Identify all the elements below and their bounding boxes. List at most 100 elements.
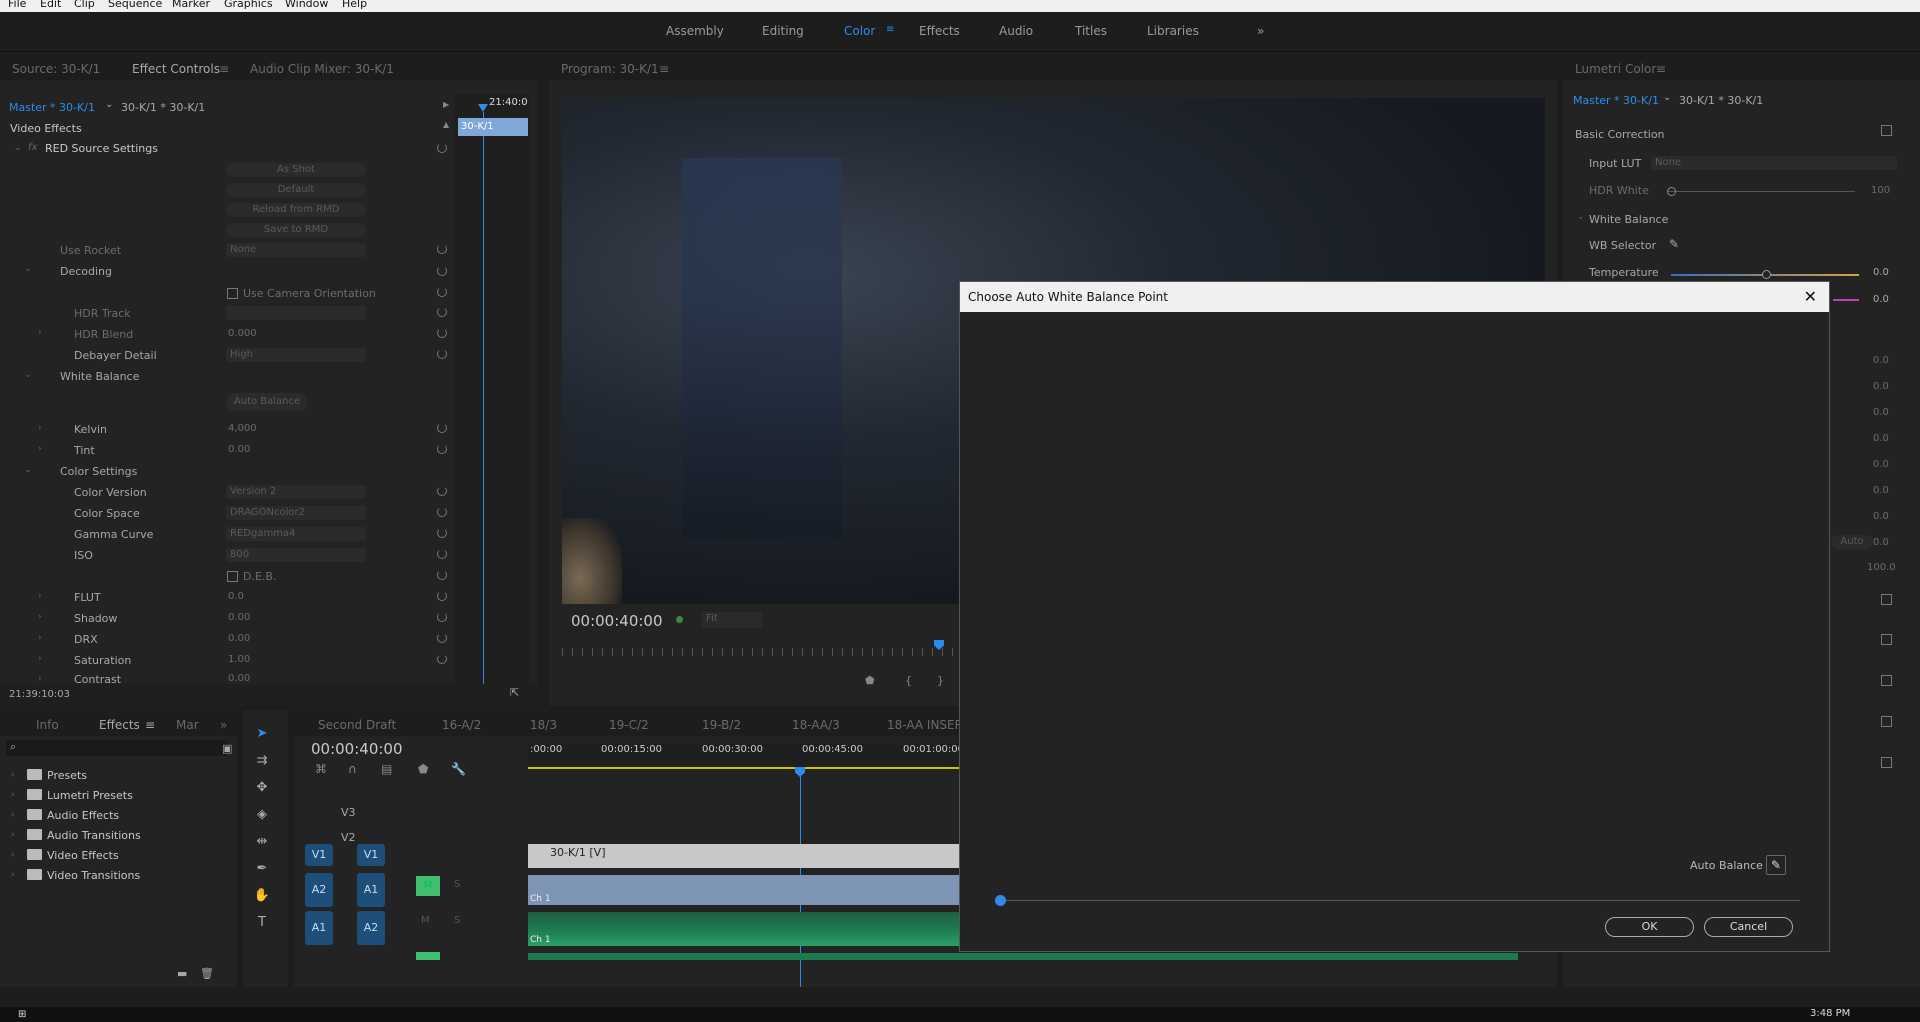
reset-icon[interactable] bbox=[437, 549, 447, 559]
hdr-blend-value[interactable]: 0.000 bbox=[228, 328, 257, 339]
panel-menu-icon[interactable]: ≡ bbox=[145, 718, 155, 732]
new-bin-icon[interactable]: ▣ bbox=[222, 742, 232, 755]
master-clip-label[interactable]: Master * 30-K/1 bbox=[9, 101, 95, 114]
section-checkbox[interactable] bbox=[1881, 634, 1892, 645]
mini-clip-block[interactable]: 30-K/1 bbox=[458, 118, 528, 136]
chevron-right-icon[interactable]: › bbox=[38, 328, 42, 338]
source-a1-target[interactable]: A1 bbox=[305, 911, 333, 945]
color-space-select[interactable]: DRAGONcolor2 bbox=[226, 506, 366, 520]
track-v1-label[interactable]: V1 bbox=[357, 844, 385, 866]
reset-icon[interactable] bbox=[437, 591, 447, 601]
add-marker-icon[interactable]: ⬟ bbox=[865, 674, 875, 687]
chevron-down-icon[interactable]: ⌄ bbox=[24, 264, 32, 274]
chevron-right-icon[interactable]: › bbox=[38, 423, 42, 433]
hdr-white-value[interactable]: 100 bbox=[1871, 185, 1890, 196]
tab-sequence[interactable]: 18-AA/3 bbox=[792, 718, 840, 732]
tab-markers[interactable]: Mar bbox=[176, 718, 199, 732]
effects-item[interactable]: Presets bbox=[47, 769, 87, 782]
workspace-assembly[interactable]: Assembly bbox=[666, 24, 724, 38]
reset-icon[interactable] bbox=[437, 328, 447, 338]
chevron-right-icon[interactable]: › bbox=[38, 444, 42, 454]
razor-tool-icon[interactable]: ◈ bbox=[253, 807, 271, 825]
reset-icon[interactable] bbox=[437, 633, 447, 643]
eyedropper-icon[interactable]: ✎ bbox=[1669, 237, 1679, 251]
chevron-right-icon[interactable]: › bbox=[38, 633, 42, 643]
more-workspaces-icon[interactable]: » bbox=[1257, 24, 1264, 38]
section-checkbox[interactable] bbox=[1881, 675, 1892, 686]
menu-window[interactable]: Window bbox=[285, 0, 328, 10]
track-a1-label[interactable]: A1 bbox=[357, 873, 385, 907]
lumetri-value[interactable]: 0.0 bbox=[1873, 407, 1889, 418]
panel-menu-icon[interactable]: ≡ bbox=[219, 62, 229, 76]
solo-button[interactable]: S bbox=[454, 915, 460, 926]
iso-select[interactable]: 800 bbox=[226, 548, 366, 562]
workspace-titles[interactable]: Titles bbox=[1075, 24, 1107, 38]
add-marker-icon[interactable]: ⬟ bbox=[418, 762, 428, 776]
chevron-down-icon[interactable]: ⌄ bbox=[1577, 212, 1585, 222]
chevron-down-icon[interactable]: ⌄ bbox=[24, 465, 32, 475]
color-version-select[interactable]: Version 2 bbox=[226, 485, 366, 499]
mark-in-icon[interactable]: { bbox=[905, 674, 912, 687]
auto-button[interactable]: Auto bbox=[1831, 535, 1873, 549]
hdr-white-slider[interactable] bbox=[1667, 191, 1855, 192]
section-checkbox[interactable] bbox=[1881, 716, 1892, 727]
chevron-down-icon[interactable]: ⌄ bbox=[14, 143, 22, 153]
eyedropper-icon[interactable]: ✎ bbox=[1766, 855, 1786, 875]
source-a2-target[interactable]: A2 bbox=[305, 873, 333, 907]
menu-help[interactable]: Help bbox=[342, 0, 367, 10]
lumetri-hundred-value[interactable]: 100.0 bbox=[1867, 562, 1896, 573]
auto-balance-button[interactable]: Auto Balance bbox=[226, 393, 308, 411]
export-frame-icon[interactable]: ⇱ bbox=[510, 686, 519, 699]
chevron-right-icon[interactable]: › bbox=[38, 591, 42, 601]
reset-icon[interactable] bbox=[437, 143, 447, 153]
fit-select[interactable]: Fit bbox=[702, 612, 762, 628]
temperature-value[interactable]: 0.0 bbox=[1873, 267, 1889, 278]
slider-knob-icon[interactable] bbox=[1762, 270, 1771, 279]
more-tabs-icon[interactable]: » bbox=[220, 718, 227, 732]
balance-slider[interactable] bbox=[1000, 900, 1800, 901]
effects-item[interactable]: Audio Effects bbox=[47, 809, 119, 822]
linked-selection-icon[interactable]: ∩ bbox=[348, 762, 357, 776]
reset-icon[interactable] bbox=[437, 507, 447, 517]
tab-effects[interactable]: Effects bbox=[99, 718, 140, 732]
panel-menu-icon[interactable]: ≡ bbox=[659, 62, 669, 76]
tint-slider[interactable] bbox=[1833, 299, 1859, 301]
program-timecode[interactable]: 00:00:40:00 bbox=[571, 612, 663, 630]
lumetri-title[interactable]: Lumetri Color bbox=[1575, 62, 1656, 76]
lumetri-value[interactable]: 0.0 bbox=[1873, 459, 1889, 470]
windows-start-icon[interactable]: ⊞ bbox=[18, 1009, 26, 1020]
menu-edit[interactable]: Edit bbox=[40, 0, 61, 10]
gamma-curve-select[interactable]: REDgamma4 bbox=[226, 527, 366, 541]
lumetri-master-label[interactable]: Master * 30-K/1 bbox=[1573, 94, 1659, 107]
workspace-audio[interactable]: Audio bbox=[999, 24, 1033, 38]
reset-icon[interactable] bbox=[437, 612, 447, 622]
tab-sequence[interactable]: 19-C/2 bbox=[609, 718, 649, 732]
tab-sequence[interactable]: 16-A/2 bbox=[442, 718, 481, 732]
slip-tool-icon[interactable]: ⇹ bbox=[253, 834, 271, 852]
effects-search-input[interactable] bbox=[6, 740, 228, 756]
tab-source[interactable]: Source: 30-K/1 bbox=[12, 62, 100, 76]
tab-sequence[interactable]: Second Draft bbox=[318, 718, 396, 732]
saturation-value[interactable]: 1.00 bbox=[228, 654, 250, 665]
section-checkbox[interactable] bbox=[1881, 757, 1892, 768]
workspace-libraries[interactable]: Libraries bbox=[1147, 24, 1199, 38]
reset-icon[interactable] bbox=[437, 244, 447, 254]
menu-marker[interactable]: Marker bbox=[172, 0, 210, 10]
workspace-effects[interactable]: Effects bbox=[919, 24, 960, 38]
track-select-tool-icon[interactable]: ⇉ bbox=[253, 753, 271, 771]
chevron-right-icon[interactable]: › bbox=[38, 674, 42, 684]
snap-icon[interactable]: ⌘ bbox=[315, 762, 327, 776]
chevron-right-icon[interactable]: › bbox=[11, 790, 15, 800]
workspace-editing[interactable]: Editing bbox=[762, 24, 804, 38]
workspace-color[interactable]: Color bbox=[844, 24, 875, 38]
lumetri-value[interactable]: 0.0 bbox=[1873, 355, 1889, 366]
drx-value[interactable]: 0.00 bbox=[228, 633, 250, 644]
reset-icon[interactable] bbox=[437, 349, 447, 359]
timeline-timecode[interactable]: 00:00:40:00 bbox=[311, 740, 403, 758]
hdr-track-select[interactable] bbox=[226, 306, 366, 320]
camera-orientation-checkbox[interactable] bbox=[227, 288, 238, 299]
default-button[interactable]: Default bbox=[226, 183, 366, 197]
clock[interactable]: 3:48 PM bbox=[1810, 1008, 1850, 1019]
close-icon[interactable]: ✕ bbox=[1804, 287, 1817, 306]
lumetri-value[interactable]: 0.0 bbox=[1873, 433, 1889, 444]
